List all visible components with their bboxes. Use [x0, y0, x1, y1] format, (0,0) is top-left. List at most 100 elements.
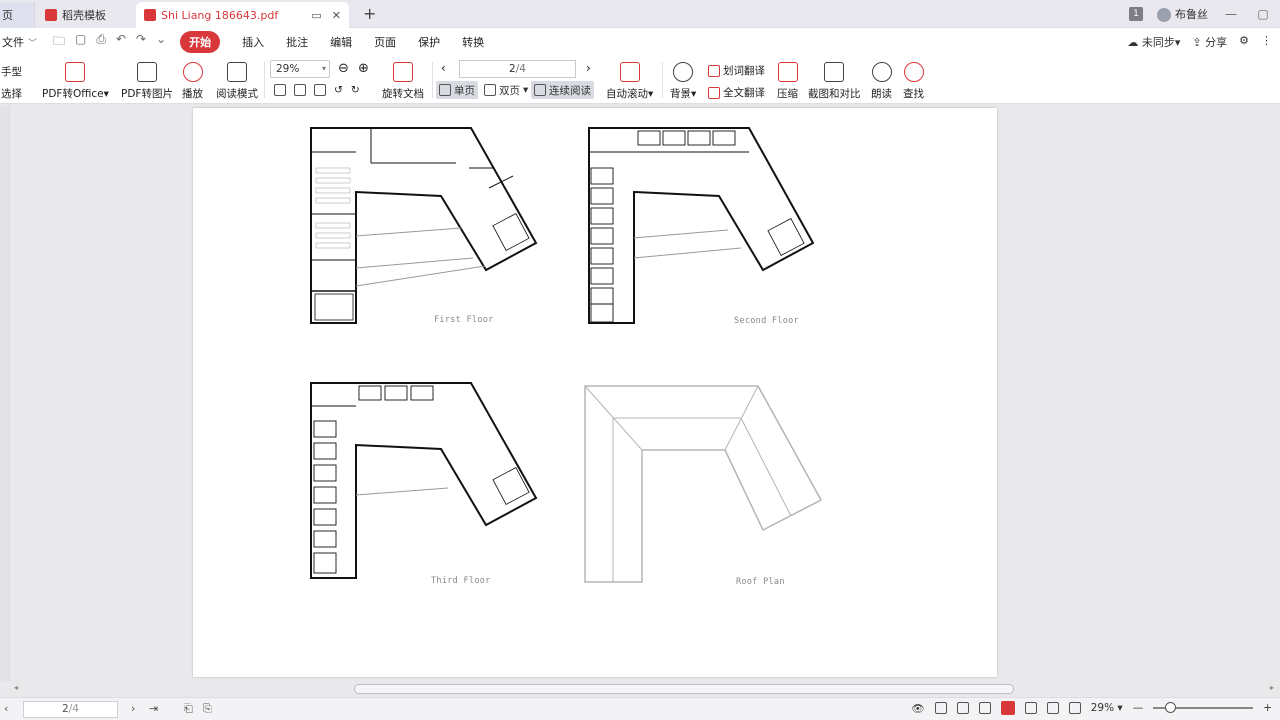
play-button[interactable]: 播放 — [182, 62, 203, 101]
rotate-document-label: 旋转文档 — [382, 88, 424, 100]
zoom-in-icon[interactable]: + — [1263, 702, 1272, 714]
moon-icon — [673, 62, 694, 82]
restore-tab-icon[interactable]: ▭ — [311, 9, 321, 22]
find-button[interactable]: 查找 — [903, 62, 924, 101]
full-translate-label: 全文翻译 — [723, 87, 765, 99]
tab-document[interactable]: Shi Liang 186643.pdf ▭ ✕ — [136, 2, 349, 28]
chevron-down-icon[interactable]: ﹀ — [28, 36, 37, 49]
second-floor-label: Second Floor — [734, 316, 800, 326]
forward-icon[interactable]: ⎘ — [203, 702, 212, 716]
third-floor-label: Third Floor — [431, 576, 491, 586]
customize-icon[interactable]: ⌄ — [156, 32, 166, 53]
play-icon[interactable] — [1000, 701, 1015, 715]
pdf-to-office-icon — [65, 62, 86, 82]
open-folder-icon[interactable]: 🗀 — [53, 32, 65, 53]
screenshot-compare-button[interactable]: 截图和对比 — [808, 62, 861, 101]
read-aloud-button[interactable]: 朗读 — [871, 62, 892, 101]
user-account[interactable]: 布鲁丝 — [1157, 6, 1208, 22]
select-tool-button[interactable]: 选择 — [1, 86, 22, 101]
pdf-page: First Floor Second Floor Third Floor Roo… — [193, 108, 997, 677]
share-button[interactable]: ⇪ 分享 — [1192, 34, 1227, 50]
double-page-button[interactable]: 双页 ▾ — [481, 81, 531, 99]
print-icon[interactable]: ⎙ — [96, 32, 106, 53]
scrollbar-thumb[interactable] — [354, 684, 1014, 694]
tab-home[interactable]: 页 — [0, 2, 34, 28]
word-translate-button[interactable]: 划词翻译 — [708, 63, 765, 78]
back-icon[interactable]: ⎗ — [184, 702, 193, 716]
tab-template[interactable]: 稻壳模板 — [34, 2, 134, 28]
rotate-right-icon[interactable]: ↻ — [351, 84, 360, 96]
word-translate-label: 划词翻译 — [723, 65, 765, 77]
divider — [662, 62, 663, 98]
read-mode-button[interactable]: 阅读模式 — [216, 62, 258, 101]
menu-edit[interactable]: 编辑 — [330, 34, 352, 50]
zoom-select[interactable]: 29% ▾ — [270, 60, 330, 78]
continuous-read-button[interactable]: 连续阅读 — [531, 81, 594, 99]
single-page-button[interactable]: 单页 — [436, 81, 478, 99]
scroll-right-icon[interactable]: ▸ — [1270, 683, 1274, 692]
fullscreen-icon[interactable] — [1068, 702, 1081, 714]
new-doc-icon[interactable]: ▢ — [75, 32, 86, 53]
zoom-out-icon[interactable]: — — [1133, 702, 1144, 714]
undo-icon[interactable]: ↶ — [116, 32, 126, 53]
hand-tool-button[interactable]: 手型 — [1, 64, 22, 79]
compress-button[interactable]: 压缩 — [777, 62, 798, 101]
close-tab-icon[interactable]: ✕ — [332, 9, 341, 22]
page-view-icon[interactable] — [956, 702, 969, 714]
double-view-icon[interactable] — [978, 702, 991, 714]
zoom-slider[interactable] — [1153, 702, 1254, 713]
translate-icon — [708, 64, 720, 77]
maximize-icon[interactable]: ▢ — [1254, 7, 1272, 21]
prev-page-icon[interactable]: ‹ — [4, 702, 8, 715]
new-tab-button[interactable]: + — [363, 4, 376, 23]
compress-icon — [777, 62, 798, 82]
zoom-slider-knob[interactable] — [1165, 702, 1177, 713]
share-icon: ⇪ — [1192, 36, 1202, 49]
next-page-icon[interactable]: › — [131, 702, 135, 715]
continuous-label: 连续阅读 — [549, 84, 591, 97]
single-view-icon[interactable] — [934, 702, 947, 714]
window-count-badge[interactable]: 1 — [1129, 7, 1143, 21]
rotate-left-icon[interactable]: ↺ — [334, 84, 343, 96]
zoom-in-icon[interactable]: ⊕ — [358, 61, 369, 76]
minimize-icon[interactable]: — — [1222, 7, 1240, 21]
page-number-input[interactable]: 2/4 — [459, 60, 576, 78]
next-page-icon[interactable]: › — [586, 61, 591, 75]
last-page-icon[interactable]: ⇥ — [149, 702, 158, 715]
prev-page-icon[interactable]: ‹ — [441, 61, 446, 75]
more-icon[interactable]: ⋮ — [1261, 34, 1272, 50]
zoom-select[interactable]: 29% ▾ — [1091, 702, 1123, 714]
settings-icon[interactable]: ⚙ — [1239, 34, 1249, 50]
fit-icon[interactable] — [1024, 702, 1037, 714]
sync-button[interactable]: ☁ 未同步▾ — [1127, 34, 1180, 50]
auto-scroll-icon — [619, 62, 640, 82]
menu-convert[interactable]: 转换 — [462, 34, 484, 50]
scroll-left-icon[interactable]: ◂ — [14, 683, 18, 692]
actual-size-icon[interactable] — [274, 84, 286, 96]
menu-insert[interactable]: 插入 — [242, 34, 264, 50]
roof-plan — [584, 385, 823, 583]
fit-page-icon[interactable] — [294, 84, 306, 96]
horizontal-scrollbar[interactable]: ◂ ▸ — [0, 681, 1280, 697]
fit-width-icon[interactable] — [1046, 702, 1059, 714]
background-button[interactable]: 背景▾ — [670, 62, 696, 101]
menu-page[interactable]: 页面 — [374, 34, 396, 50]
redo-icon[interactable]: ↷ — [136, 32, 146, 53]
divider — [264, 62, 265, 98]
rotate-document-button[interactable]: 旋转文档 — [382, 62, 424, 101]
full-translate-button[interactable]: 全文翻译 — [708, 85, 765, 100]
pdf-to-image-button[interactable]: PDF转图片 — [121, 62, 173, 101]
left-panel-strip[interactable] — [0, 105, 10, 681]
menu-start[interactable]: 开始 — [180, 31, 221, 53]
auto-scroll-button[interactable]: 自动滚动▾ — [606, 62, 653, 101]
menu-protect[interactable]: 保护 — [418, 34, 440, 50]
pdf-to-office-button[interactable]: PDF转Office▾ — [42, 62, 109, 101]
status-page-input[interactable]: 2/4 — [23, 701, 118, 718]
zoom-out-icon[interactable]: ⊖ — [338, 61, 349, 76]
menu-file[interactable]: 文件 — [2, 34, 24, 50]
user-name: 布鲁丝 — [1175, 8, 1208, 21]
microphone-icon — [871, 62, 892, 82]
menu-annotate[interactable]: 批注 — [286, 34, 308, 50]
fit-width-icon[interactable] — [314, 84, 326, 96]
eye-protection-icon[interactable]: 👁 — [911, 702, 924, 715]
